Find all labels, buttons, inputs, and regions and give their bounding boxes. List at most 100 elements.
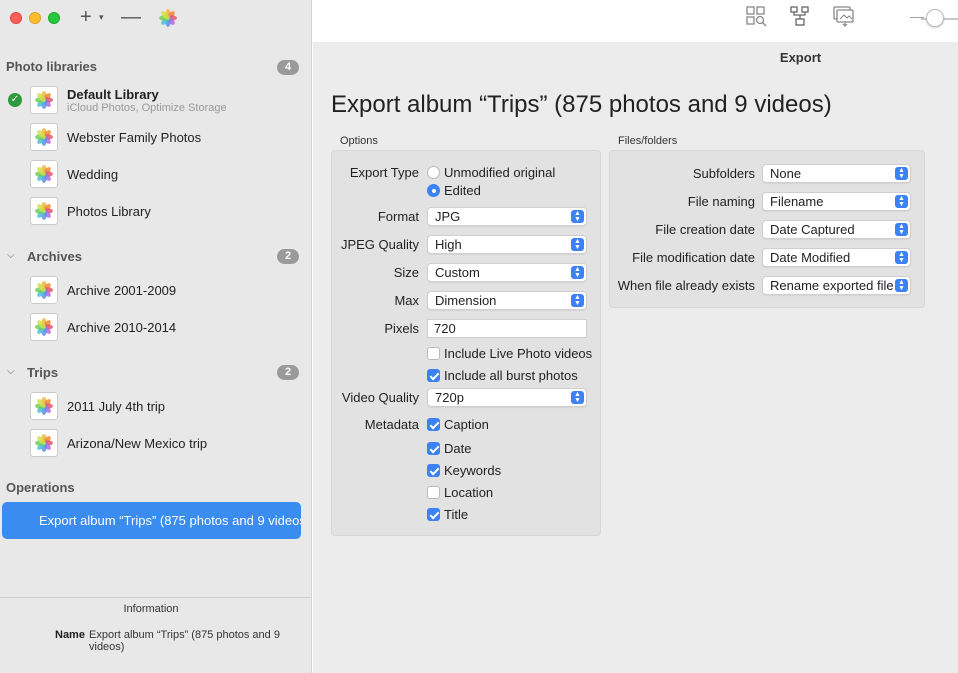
library-title: Webster Family Photos — [67, 129, 202, 145]
export-photos-icon[interactable] — [833, 5, 855, 27]
unmodified-original-label: Unmodified original — [444, 165, 556, 180]
photos-library-icon — [30, 123, 58, 151]
metadata-keywords-label: Keywords — [444, 463, 502, 478]
photos-flower-icon — [35, 128, 53, 146]
merge-libraries-icon[interactable] — [789, 5, 811, 27]
photos-app-icon[interactable] — [159, 9, 177, 27]
photos-library-icon — [30, 160, 58, 188]
jpeg-quality-select[interactable]: High ▲ ▼ — [427, 235, 587, 254]
trips-chevron-down-icon[interactable]: ⌵ — [7, 366, 17, 377]
metadata-location-checkbox[interactable] — [427, 486, 440, 499]
library-title: Default Library — [67, 86, 159, 102]
file-naming-value: Filename — [770, 194, 824, 209]
library-item-photos-library[interactable]: Photos Library — [30, 197, 151, 225]
plus-icon[interactable]: + — [80, 6, 92, 29]
edited-label: Edited — [444, 183, 481, 198]
include-burst-label: Include all burst photos — [444, 368, 578, 383]
information-title: Information — [123, 603, 179, 615]
video-quality-value: 720p — [435, 390, 464, 405]
file-modification-date-value: Date Modified — [770, 250, 851, 265]
operations-header: Operations — [6, 480, 75, 495]
up-down-chevron-icon: ▲ ▼ — [895, 279, 908, 292]
options-group-label: Options — [340, 135, 378, 147]
library-title: Photos Library — [67, 203, 151, 219]
file-creation-date-select[interactable]: Date Captured ▲ ▼ — [762, 220, 911, 239]
pixels-label: Pixels — [384, 321, 419, 336]
file-naming-label: File naming — [687, 194, 755, 209]
library-item-archive-2001[interactable]: Archive 2001-2009 — [30, 276, 176, 304]
photos-library-icon — [30, 392, 58, 420]
inspect-library-icon[interactable] — [745, 5, 767, 27]
file-exists-select[interactable]: Rename exported file ▲ ▼ — [762, 276, 911, 295]
file-creation-date-value: Date Captured — [770, 222, 855, 237]
pixels-input[interactable]: 720 — [427, 319, 587, 338]
subfolders-value: None — [770, 166, 802, 181]
format-value: JPG — [435, 209, 461, 224]
album-item-arizona[interactable]: Arizona/New Mexico trip — [30, 429, 207, 457]
radio-edited[interactable] — [427, 184, 440, 197]
sidebar: + ▾ — Photo libraries 4 ✓ Default Librar… — [0, 0, 312, 673]
trips-header[interactable]: Trips — [27, 365, 58, 380]
library-title: Wedding — [67, 166, 119, 182]
chevron-down-icon[interactable]: ▾ — [99, 12, 104, 23]
up-down-chevron-icon: ▲ ▼ — [571, 210, 584, 223]
metadata-keywords-checkbox[interactable] — [427, 464, 440, 477]
operation-label: Export album “Trips” (875 photos and 9 v… — [39, 513, 301, 528]
file-exists-value: Rename exported file — [770, 278, 894, 293]
minus-icon[interactable]: — — [121, 6, 141, 29]
photos-library-icon — [30, 429, 58, 457]
archives-chevron-down-icon[interactable]: ⌵ — [7, 250, 17, 261]
library-item-webster[interactable]: Webster Family Photos — [30, 123, 201, 151]
max-select[interactable]: Dimension ▲ ▼ — [427, 291, 587, 310]
operation-item-export[interactable]: Export album “Trips” (875 photos and 9 v… — [2, 502, 301, 539]
max-value: Dimension — [435, 293, 497, 308]
size-label: Size — [393, 265, 419, 280]
close-window-button[interactable] — [10, 12, 22, 24]
up-down-chevron-icon: ▲ ▼ — [571, 238, 584, 251]
photos-library-icon — [30, 276, 58, 304]
library-item-archive-2010[interactable]: Archive 2010-2014 — [30, 313, 176, 341]
trips-count-badge: 2 — [277, 365, 299, 380]
metadata-title-checkbox[interactable] — [427, 508, 440, 521]
radio-unmodified-original[interactable] — [427, 166, 440, 179]
up-down-chevron-icon: ▲ ▼ — [895, 195, 908, 208]
photo-libraries-count-badge: 4 — [277, 60, 299, 75]
up-down-chevron-icon: ▲ ▼ — [571, 266, 584, 279]
zoom-out-icon: — — [910, 8, 924, 24]
include-burst-checkbox[interactable] — [427, 369, 440, 382]
info-name-label: Name — [55, 629, 85, 641]
photos-library-icon — [30, 313, 58, 341]
active-library-check-icon: ✓ — [8, 93, 22, 107]
size-select[interactable]: Custom ▲ ▼ — [427, 263, 587, 282]
photos-flower-icon — [35, 202, 53, 220]
window-controls — [10, 12, 60, 24]
video-quality-select[interactable]: 720p ▲ ▼ — [427, 388, 587, 407]
jpeg-quality-label: JPEG Quality — [340, 237, 419, 252]
photos-flower-icon — [35, 397, 53, 415]
export-pane: Export Export album “Trips” (875 photos … — [313, 42, 958, 673]
archives-header[interactable]: Archives — [27, 249, 82, 264]
metadata-date-label: Date — [444, 441, 472, 456]
photos-library-icon — [30, 86, 58, 114]
metadata-label: Metadata — [364, 417, 419, 432]
album-title: Arizona/New Mexico trip — [67, 435, 208, 451]
zoom-slider-knob[interactable] — [926, 9, 944, 27]
format-select[interactable]: JPG ▲ ▼ — [427, 207, 587, 226]
photo-libraries-header: Photo libraries — [6, 59, 98, 74]
metadata-date-checkbox[interactable] — [427, 442, 440, 455]
zoom-window-button[interactable] — [48, 12, 60, 24]
library-item-wedding[interactable]: Wedding — [30, 160, 118, 188]
library-item-default[interactable]: Default Library iCloud Photos, Optimize … — [30, 86, 227, 114]
file-naming-select[interactable]: Filename ▲ ▼ — [762, 192, 911, 211]
files-folders-group-label: Files/folders — [618, 135, 678, 147]
up-down-chevron-icon: ▲ ▼ — [895, 251, 908, 264]
album-item-july-4th[interactable]: 2011 July 4th trip — [30, 392, 165, 420]
file-modification-date-select[interactable]: Date Modified ▲ ▼ — [762, 248, 911, 267]
include-live-photo-checkbox[interactable] — [427, 347, 440, 360]
file-exists-label: When file already exists — [617, 278, 755, 293]
minimize-window-button[interactable] — [29, 12, 41, 24]
format-label: Format — [377, 209, 419, 224]
subfolders-select[interactable]: None ▲ ▼ — [762, 164, 911, 183]
metadata-caption-checkbox[interactable] — [427, 418, 440, 431]
photos-flower-icon — [35, 318, 53, 336]
